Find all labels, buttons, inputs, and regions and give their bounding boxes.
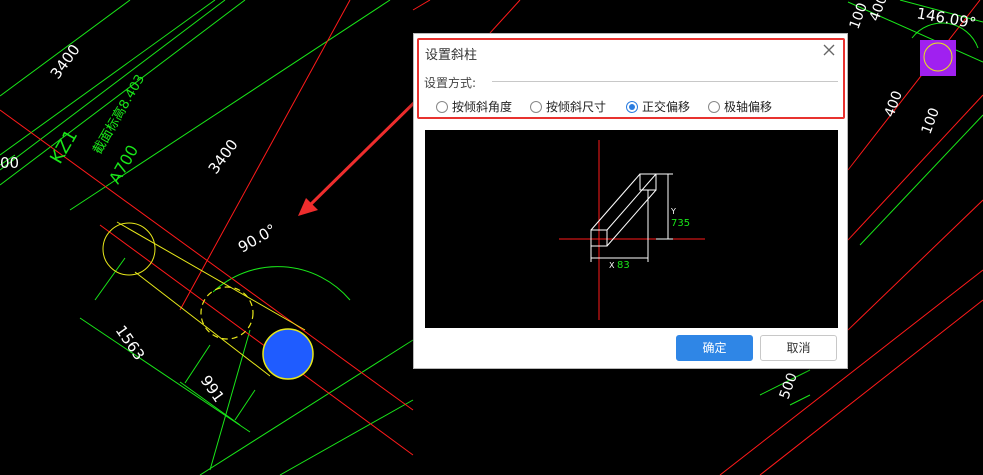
dim-text-3400: 3400	[205, 136, 242, 177]
radio-orthogonal-offset[interactable]: 正交偏移	[626, 99, 690, 115]
axis-line-red	[847, 94, 983, 241]
preview-y-value: 735	[671, 218, 690, 229]
radio-button-selected[interactable]	[626, 100, 638, 113]
column-top-circle	[102, 222, 156, 276]
radio-label: 按倾斜角度	[452, 100, 513, 114]
grid-line-green	[234, 389, 256, 421]
angle-arc	[212, 266, 351, 301]
column-body-edge	[134, 271, 271, 377]
axis-line-red	[99, 224, 414, 456]
dim-text-3400: 3400	[47, 41, 84, 82]
axis-line-red	[179, 0, 351, 311]
preview-panel: Y 735 X 83	[425, 130, 838, 328]
radio-label: 按倾斜尺寸	[546, 100, 607, 114]
pointer-arrow	[298, 90, 427, 216]
dim-text-400: 400	[882, 89, 906, 120]
axis-line-red	[412, 0, 431, 11]
close-icon[interactable]	[819, 40, 839, 60]
axis-line-red	[489, 0, 521, 34]
grid-line-green	[94, 257, 126, 301]
radio-tilt-angle[interactable]: 按倾斜角度	[436, 99, 512, 115]
column-base-circle[interactable]	[262, 328, 314, 380]
dialog-title: 设置斜柱	[425, 48, 478, 63]
angle-text: 90.0°	[235, 220, 279, 256]
inclined-column-dialog: 设置斜柱 设置方式: 按倾斜角度 按倾斜尺寸 正交偏移 极轴偏移 Y 735 X…	[413, 33, 848, 369]
radio-button[interactable]	[530, 100, 542, 113]
preview-x-value: 83	[617, 260, 630, 271]
preview-column-sketch	[590, 173, 673, 262]
column-mid-circle	[200, 286, 254, 340]
radio-button[interactable]	[708, 100, 720, 113]
grid-line-green	[0, 0, 226, 171]
ok-button[interactable]: 确定	[676, 335, 753, 361]
method-label: 设置方式:	[424, 76, 477, 90]
axis-line-red	[847, 199, 983, 331]
radio-label: 正交偏移	[642, 100, 691, 114]
radio-polar-offset[interactable]: 极轴偏移	[708, 99, 772, 115]
grid-line-green	[79, 317, 251, 433]
preview-y-prefix: Y	[670, 207, 676, 216]
cancel-button[interactable]: 取消	[760, 335, 837, 361]
radio-tilt-size[interactable]: 按倾斜尺寸	[530, 99, 606, 115]
column-body-edge	[116, 221, 306, 331]
method-group: 设置方式:	[424, 74, 838, 90]
grid-line-green	[859, 114, 983, 246]
radio-label: 极轴偏移	[724, 100, 773, 114]
dim-text-00: 00	[0, 154, 19, 172]
column-size-label: A700	[105, 142, 142, 187]
angle-text-right: 146.09°	[915, 4, 977, 32]
dim-text-991: 991	[197, 372, 228, 406]
preview-x-prefix: X	[609, 261, 615, 270]
dim-text-100: 100	[919, 106, 943, 137]
column-name-label: KZ1	[46, 126, 82, 167]
radio-button[interactable]	[436, 100, 448, 113]
dim-text-500: 500	[777, 371, 801, 402]
group-divider	[492, 81, 838, 82]
